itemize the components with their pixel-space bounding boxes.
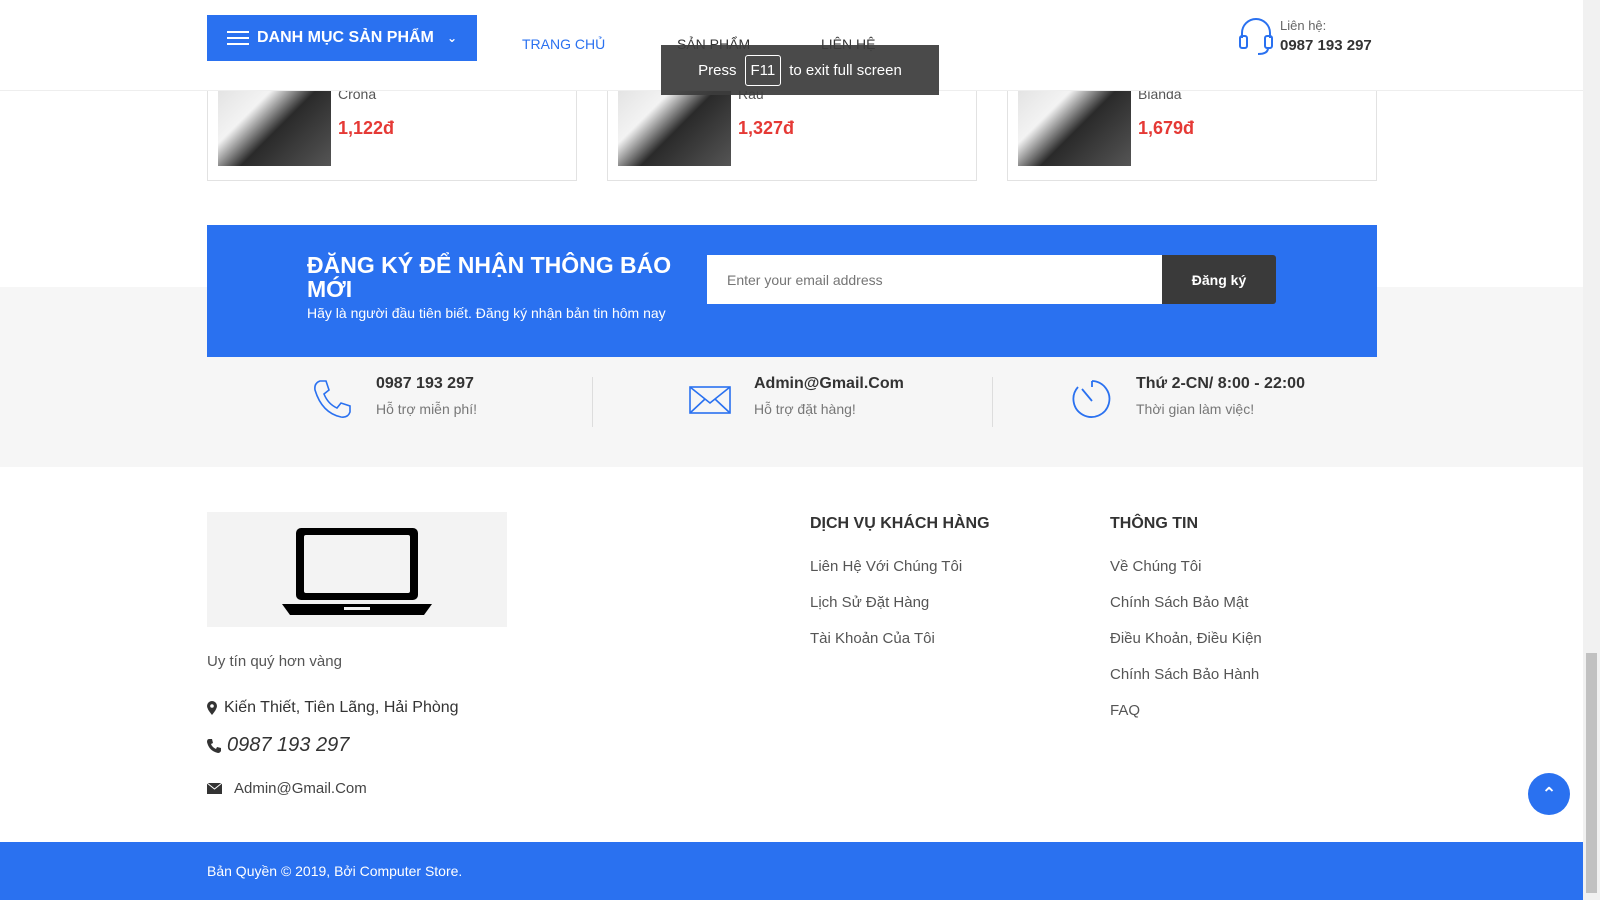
product-price: 1,122đ xyxy=(338,118,395,138)
toast-text: to exit full screen xyxy=(789,61,902,79)
email-text: Admin@Gmail.Com xyxy=(234,780,367,797)
category-menu-label: DANH MỤC SẢN PHẨM xyxy=(257,29,434,46)
newsletter-title: ĐĂNG KÝ ĐỂ NHẬN THÔNG BÁO MỚI xyxy=(307,252,672,302)
footer-link-contact[interactable]: Liên Hệ Với Chúng Tôi xyxy=(810,558,962,575)
info-item-phone: 0987 193 297 Hỗ trợ miễn phí! xyxy=(310,375,477,421)
info-item-email: Admin@Gmail.Com Hỗ trợ đặt hàng! xyxy=(688,375,904,421)
map-pin-icon xyxy=(207,701,217,715)
info-hours-title: Thứ 2-CN/ 8:00 - 22:00 xyxy=(1136,375,1305,392)
hotline-number: 0987 193 297 xyxy=(1280,37,1372,54)
hamburger-icon xyxy=(227,31,249,45)
info-item-hours: Thứ 2-CN/ 8:00 - 22:00 Thời gian làm việ… xyxy=(1070,375,1305,421)
phone-icon xyxy=(207,738,221,753)
info-hours-sub: Thời gian làm việc! xyxy=(1136,401,1255,417)
page-scrollbar[interactable] xyxy=(1583,0,1600,900)
footer-link-warranty[interactable]: Chính Sách Bảo Hành xyxy=(1110,666,1259,683)
product-price: 1,679đ xyxy=(1138,118,1195,138)
scrollbar-thumb[interactable] xyxy=(1586,653,1597,893)
divider xyxy=(992,377,993,427)
store-slogan: Uy tín quý hơn vàng xyxy=(207,653,342,670)
footer-link-privacy[interactable]: Chính Sách Bảo Mật xyxy=(1110,594,1248,611)
store-logo[interactable] xyxy=(207,512,507,627)
fullscreen-notice: Press F11 to exit full screen xyxy=(661,45,939,95)
footer-link-about[interactable]: Về Chúng Tôi xyxy=(1110,558,1201,575)
info-email-title: Admin@Gmail.Com xyxy=(754,375,904,392)
mail-icon xyxy=(207,783,222,794)
footer-link-terms[interactable]: Điều Khoản, Điều Kiện xyxy=(1110,630,1262,647)
back-to-top-button[interactable]: ⌃ xyxy=(1528,773,1570,815)
store-email[interactable]: Admin@Gmail.Com xyxy=(207,780,367,797)
newsletter-email-input[interactable] xyxy=(707,255,1162,304)
service-column-title: DỊCH VỤ KHÁCH HÀNG xyxy=(810,515,990,532)
hotline-label: Liên hệ: xyxy=(1280,18,1327,33)
footer-link-account[interactable]: Tài Khoản Của Tôi xyxy=(810,630,935,647)
divider xyxy=(592,377,593,427)
timer-icon xyxy=(1072,380,1111,418)
address-text: Kiến Thiết, Tiên Lãng, Hải Phòng xyxy=(224,699,459,716)
newsletter-subtitle: Hãy là người đầu tiên biết. Đăng ký nhận… xyxy=(307,305,666,321)
envelope-icon xyxy=(689,386,731,414)
toast-key: F11 xyxy=(744,54,782,86)
phone-text: 0987 193 297 xyxy=(227,734,350,756)
copyright-bar: Bản Quyền © 2019, Bởi Computer Store. xyxy=(0,842,1583,900)
store-address: Kiến Thiết, Tiên Lãng, Hải Phòng xyxy=(207,699,459,717)
toast-press: Press xyxy=(698,61,737,79)
info-phone-title: 0987 193 297 xyxy=(376,375,474,392)
category-menu-button[interactable]: DANH MỤC SẢN PHẨM ⌄ xyxy=(207,15,477,61)
chevron-down-icon: ⌄ xyxy=(446,31,457,45)
headset-icon xyxy=(1239,18,1273,55)
info-phone-sub: Hỗ trợ miễn phí! xyxy=(376,401,477,417)
copyright-text: Bản Quyền © 2019, Bởi Computer Store. xyxy=(207,863,463,879)
store-phone[interactable]: 0987 193 297 xyxy=(207,734,349,757)
footer-link-order-history[interactable]: Lịch Sử Đặt Hàng xyxy=(810,594,929,611)
product-price: 1,327đ xyxy=(738,118,795,138)
info-email-sub: Hỗ trợ đặt hàng! xyxy=(754,401,856,417)
newsletter-subscribe-button[interactable]: Đăng ký xyxy=(1162,255,1276,304)
double-chevron-up-icon: ⌃ xyxy=(1541,783,1557,804)
footer-link-faq[interactable]: FAQ xyxy=(1110,702,1140,719)
laptop-icon xyxy=(282,527,432,615)
header-hotline[interactable]: Liên hệ: 0987 193 297 xyxy=(1238,16,1372,56)
phone-icon xyxy=(314,380,351,418)
newsletter-box: ĐĂNG KÝ ĐỂ NHẬN THÔNG BÁO MỚI Hãy là ngư… xyxy=(207,225,1377,357)
info-column-title: THÔNG TIN xyxy=(1110,515,1198,532)
nav-home[interactable]: TRANG CHỦ xyxy=(522,36,605,52)
